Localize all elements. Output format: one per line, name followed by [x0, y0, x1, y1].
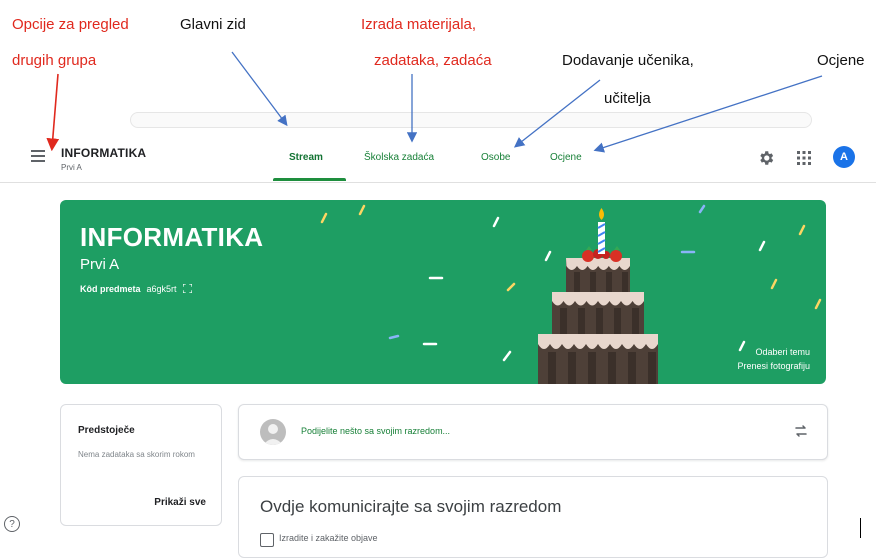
- tab-people[interactable]: Osobe: [481, 152, 510, 163]
- annotation-main-wall: Glavni zid: [180, 16, 246, 33]
- class-code-value: a6gk5rt: [146, 284, 177, 294]
- share-box[interactable]: Podijelite nešto sa svojim razredom...: [238, 404, 828, 460]
- apps-grid-icon[interactable]: [797, 151, 811, 165]
- tab-classwork[interactable]: Školska zadaća: [364, 152, 434, 163]
- tab-stream[interactable]: Stream: [289, 152, 323, 163]
- annotation-options-line2: drugih grupa: [12, 52, 97, 69]
- upcoming-title: Predstoječe: [78, 425, 135, 436]
- annotation-create-line2: zadataka, zadaća: [374, 52, 492, 69]
- tab-grades[interactable]: Ocjene: [550, 152, 582, 163]
- menu-icon[interactable]: [31, 150, 45, 162]
- account-avatar[interactable]: A: [833, 146, 855, 168]
- text-cursor: [860, 518, 861, 538]
- gear-icon[interactable]: [757, 149, 775, 167]
- upcoming-description: Nema zadataka sa skorim rokom: [78, 450, 195, 459]
- annotation-grades: Ocjene: [817, 52, 865, 69]
- help-icon[interactable]: ?: [4, 516, 20, 532]
- banner-title: INFORMATIKA: [80, 222, 264, 252]
- share-placeholder[interactable]: Podijelite nešto sa svojim razredom...: [301, 426, 450, 436]
- create-posts-checkbox[interactable]: [260, 533, 274, 547]
- browser-strip: [10, 106, 866, 133]
- user-avatar: [260, 419, 286, 445]
- active-tab-indicator: [273, 178, 346, 181]
- communicate-heading: Ovdje komunicirajte sa svojim razredom: [260, 497, 562, 516]
- class-header: INFORMATIKA Prvi A Stream Školska zadaća…: [0, 132, 876, 183]
- person-icon: [263, 424, 283, 445]
- annotation-add-line1: Dodavanje učenika,: [562, 52, 694, 69]
- upload-photo-link[interactable]: Prenesi fotografiju: [737, 361, 810, 371]
- create-posts-label: Izradite i zakažite objave: [279, 533, 378, 543]
- select-theme-link[interactable]: Odaberi temu: [755, 347, 810, 357]
- class-banner: INFORMATIKA Prvi A Kôd predmeta a6gk5rt O…: [60, 200, 826, 384]
- fullscreen-icon[interactable]: [183, 284, 193, 293]
- communicate-card: Ovdje komunicirajte sa svojim razredom I…: [238, 476, 828, 558]
- repost-icon[interactable]: [793, 423, 809, 439]
- class-code: Kôd predmeta a6gk5rt: [80, 284, 193, 294]
- upcoming-card: Predstoječe Nema zadataka sa skorim roko…: [60, 404, 222, 526]
- address-bar: [130, 112, 812, 128]
- banner-subtitle: Prvi A: [80, 256, 120, 273]
- class-section: Prvi A: [61, 163, 82, 172]
- annotation-create-line1: Izrada materijala,: [361, 16, 477, 33]
- view-all-link[interactable]: Prikaži sve: [154, 497, 206, 508]
- annotation-options-line1: Opcije za pregled: [12, 16, 129, 33]
- class-code-label: Kôd predmeta: [80, 284, 141, 294]
- class-title[interactable]: INFORMATIKA: [61, 146, 146, 160]
